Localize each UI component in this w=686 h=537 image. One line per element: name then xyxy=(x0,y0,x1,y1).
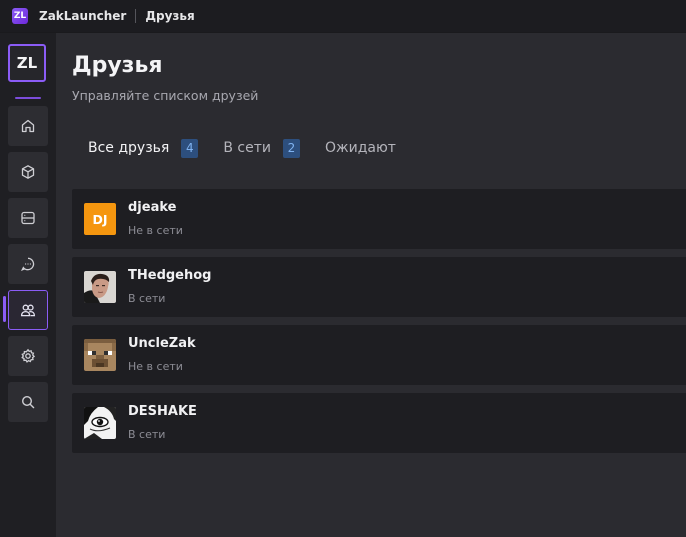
nav-search-button[interactable] xyxy=(8,382,48,422)
friends-tabs: Все друзья 4 В сети 2 Ожидают xyxy=(72,135,421,161)
friend-row[interactable]: DJ djeake Не в сети xyxy=(72,189,686,249)
avatar: DJ xyxy=(84,203,116,235)
avatar xyxy=(84,339,116,371)
friend-status: Не в сети xyxy=(128,224,183,237)
nav-settings-button[interactable] xyxy=(8,336,48,376)
home-icon xyxy=(21,119,35,133)
tab-label: Все друзья xyxy=(88,140,170,156)
chat-icon xyxy=(20,257,35,272)
gear-icon xyxy=(21,348,36,363)
page-subtitle: Управляйте списком друзей xyxy=(72,88,259,103)
nav-instances-button[interactable] xyxy=(8,152,48,192)
friend-name: UncleZak xyxy=(128,336,196,351)
avatar-pixel-skin xyxy=(84,339,116,371)
cube-icon xyxy=(21,165,35,179)
avatar-photo xyxy=(84,271,116,303)
title-bar: ZL ZakLauncher Друзья xyxy=(0,0,686,33)
avatar xyxy=(84,271,116,303)
main-content: Друзья Управляйте списком друзей Все дру… xyxy=(56,33,686,537)
tab-all-friends[interactable]: Все друзья 4 xyxy=(88,138,199,158)
friend-name: DESHAKE xyxy=(128,404,197,419)
friend-status: Не в сети xyxy=(128,360,183,373)
nav-chat-button[interactable] xyxy=(8,244,48,284)
logo-underline xyxy=(15,97,41,99)
active-nav-indicator xyxy=(3,296,6,322)
friend-row[interactable]: DESHAKE В сети xyxy=(72,393,686,453)
avatar xyxy=(84,407,116,439)
sidebar: ZL xyxy=(0,33,56,537)
tab-count-badge: 4 xyxy=(181,138,199,158)
tab-label: Ожидают xyxy=(324,140,396,156)
app-logo-small: ZL xyxy=(12,8,28,24)
friend-row[interactable]: THedgehog В сети xyxy=(72,257,686,317)
friend-row[interactable]: UncleZak Не в сети xyxy=(72,325,686,385)
server-icon xyxy=(21,211,35,225)
friend-status: В сети xyxy=(128,428,166,441)
friend-name: djeake xyxy=(128,200,177,215)
tab-pending[interactable]: Ожидают xyxy=(325,140,396,156)
sidebar-logo[interactable]: ZL xyxy=(8,44,46,82)
app-name: ZakLauncher xyxy=(39,9,127,23)
page-title: Друзья xyxy=(72,53,163,78)
friend-name: THedgehog xyxy=(128,268,212,283)
avatar-sketch xyxy=(84,407,116,439)
nav-servers-button[interactable] xyxy=(8,198,48,238)
friend-status: В сети xyxy=(128,292,166,305)
tab-count-badge: 2 xyxy=(282,138,300,158)
nav-home-button[interactable] xyxy=(8,106,48,146)
friends-icon xyxy=(20,304,36,317)
title-separator xyxy=(135,9,137,23)
tab-label: В сети xyxy=(223,140,271,156)
window-page-name: Друзья xyxy=(145,9,195,23)
tab-online[interactable]: В сети 2 xyxy=(223,138,300,158)
search-icon xyxy=(21,395,35,409)
nav-friends-button[interactable] xyxy=(8,290,48,330)
